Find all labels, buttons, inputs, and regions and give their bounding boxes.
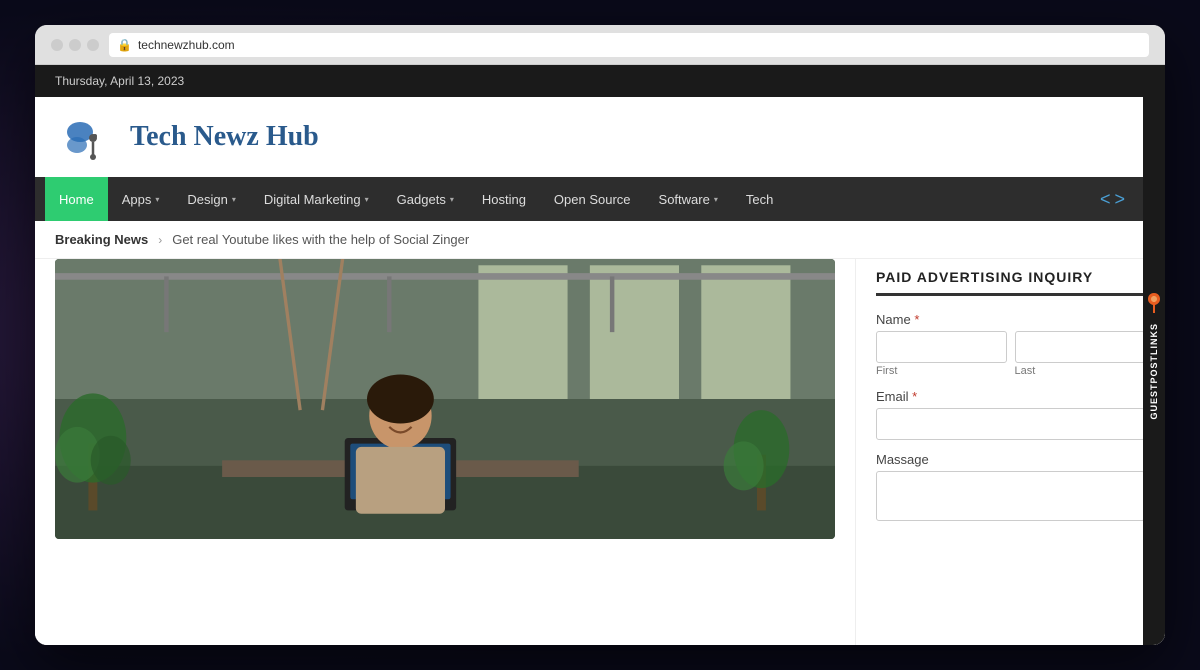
first-name-col: First	[876, 331, 1007, 377]
chevron-right-icon: ›	[158, 233, 162, 247]
sidebar: PAID ADVERTISING INQUIRY Name * First	[855, 259, 1165, 645]
breaking-news-bar: Breaking News › Get real Youtube likes w…	[35, 221, 1165, 259]
massage-label: Massage	[876, 452, 1145, 467]
nav-item-software[interactable]: Software ▾	[645, 177, 732, 221]
nav-item-gadgets[interactable]: Gadgets ▾	[383, 177, 468, 221]
date-display: Thursday, April 13, 2023	[55, 74, 184, 88]
guestpostlinks-icon	[1146, 291, 1162, 315]
last-name-col: Last	[1015, 331, 1146, 377]
browser-dot-1	[51, 39, 63, 51]
content-area	[35, 259, 855, 645]
browser-dot-3	[87, 39, 99, 51]
main-content: PAID ADVERTISING INQUIRY Name * First	[35, 259, 1165, 645]
nav-label-gadgets: Gadgets	[397, 192, 446, 207]
first-name-input[interactable]	[876, 331, 1007, 363]
nav-item-hosting[interactable]: Hosting	[468, 177, 540, 221]
nav-label-software: Software	[659, 192, 710, 207]
nav-item-design[interactable]: Design ▾	[173, 177, 249, 221]
form-massage-row: Massage	[876, 452, 1145, 526]
nav-label-design: Design	[187, 192, 227, 207]
browser-dots	[51, 39, 99, 51]
massage-input[interactable]	[876, 471, 1145, 521]
side-decoration: GUESTPOSTLINKS	[1143, 65, 1165, 645]
chevron-down-icon-5: ▾	[714, 195, 718, 204]
name-label: Name *	[876, 312, 1145, 327]
last-name-sublabel: Last	[1015, 365, 1146, 377]
nav-label-apps: Apps	[122, 192, 152, 207]
nav-item-digital-marketing[interactable]: Digital Marketing ▾	[250, 177, 383, 221]
nav-label-home: Home	[59, 192, 94, 207]
chevron-down-icon-4: ▾	[450, 195, 454, 204]
nav-next-icon[interactable]: >	[1114, 189, 1125, 210]
nav-label-open-source: Open Source	[554, 192, 631, 207]
lock-icon: 🔒	[117, 38, 132, 52]
form-name-row: Name * First Last	[876, 312, 1145, 377]
nav-bar: Home Apps ▾ Design ▾ Digital Marketing ▾…	[35, 177, 1165, 221]
browser-chrome: 🔒 technewzhub.com	[35, 25, 1165, 65]
logo-icon	[65, 110, 120, 165]
sidebar-widget-title: PAID ADVERTISING INQUIRY	[876, 269, 1145, 296]
url-text: technewzhub.com	[138, 38, 235, 52]
browser-content: Thursday, April 13, 2023 Tech	[35, 65, 1165, 645]
email-label: Email *	[876, 389, 1145, 404]
top-bar: Thursday, April 13, 2023	[35, 65, 1165, 97]
nav-item-apps[interactable]: Apps ▾	[108, 177, 174, 221]
nav-label-tech: Tech	[746, 192, 773, 207]
nav-item-home[interactable]: Home	[45, 177, 108, 221]
nav-label-digital-marketing: Digital Marketing	[264, 192, 361, 207]
last-name-input[interactable]	[1015, 331, 1146, 363]
email-input[interactable]	[876, 408, 1145, 440]
chevron-down-icon-3: ▾	[365, 195, 369, 204]
name-fields-row: First Last	[876, 331, 1145, 377]
chevron-down-icon-2: ▾	[232, 195, 236, 204]
name-required: *	[914, 312, 919, 327]
email-required: *	[912, 389, 917, 404]
article-image	[55, 259, 835, 539]
site-header: Tech Newz Hub	[35, 97, 1165, 177]
form-email-row: Email *	[876, 389, 1145, 440]
chevron-down-icon: ▾	[155, 195, 159, 204]
site-logo: Tech Newz Hub	[65, 110, 319, 165]
nav-prev-icon[interactable]: <	[1100, 189, 1111, 210]
nav-item-open-source[interactable]: Open Source	[540, 177, 645, 221]
site-name: Tech Newz Hub	[130, 121, 319, 153]
breaking-news-label: Breaking News	[55, 232, 148, 247]
address-bar[interactable]: 🔒 technewzhub.com	[109, 33, 1149, 57]
browser-dot-2	[69, 39, 81, 51]
nav-item-tech[interactable]: Tech	[732, 177, 787, 221]
breaking-news-text: Get real Youtube likes with the help of …	[172, 232, 469, 247]
first-name-sublabel: First	[876, 365, 1007, 377]
guestpostlinks-text: GUESTPOSTLINKS	[1149, 323, 1159, 420]
nav-label-hosting: Hosting	[482, 192, 526, 207]
